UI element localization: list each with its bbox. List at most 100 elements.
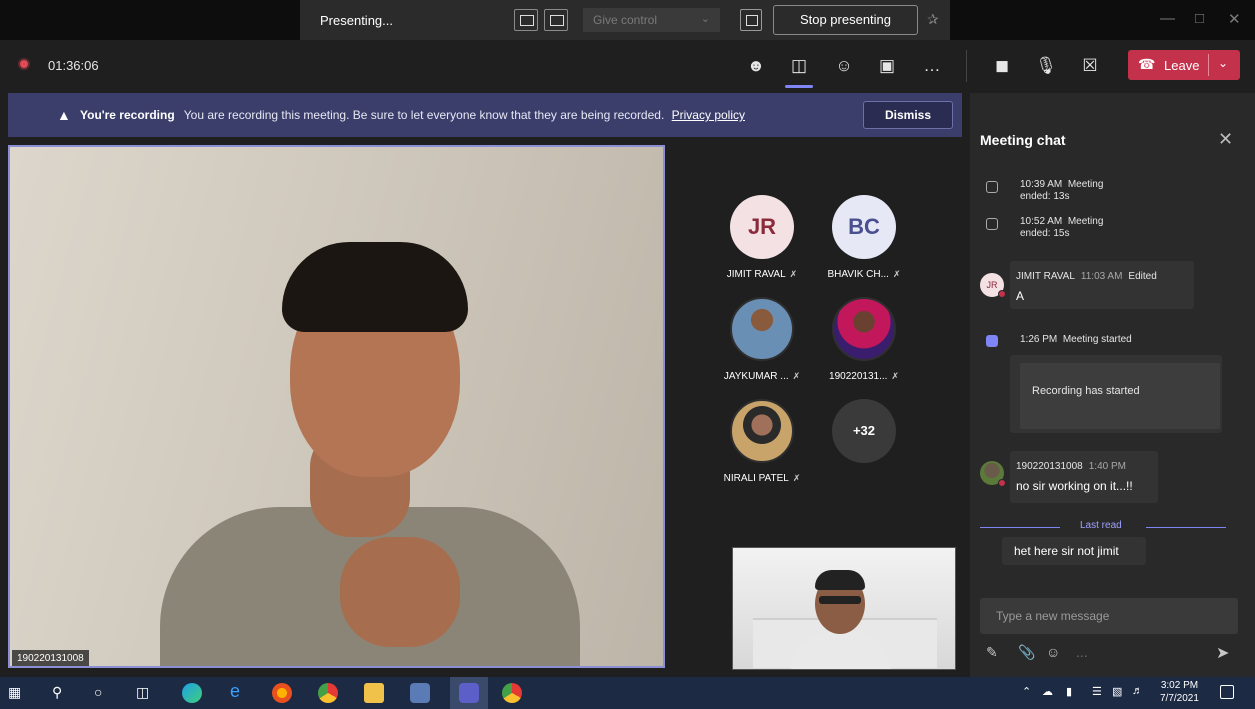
presence-busy-icon (998, 479, 1006, 487)
divider-line (1146, 527, 1226, 528)
taskbar-clock[interactable]: 3:02 PM 7/7/2021 (1160, 679, 1199, 705)
mic-off-icon: ✗ (891, 371, 899, 381)
toolbar-divider (966, 50, 967, 82)
self-view-video[interactable] (732, 547, 956, 670)
chevron-down-icon: ⌄ (700, 13, 710, 25)
screen-share-icon[interactable] (544, 9, 568, 31)
more-compose-options[interactable]: ... (1076, 644, 1088, 660)
last-read-label: Last read (1080, 520, 1122, 531)
format-icon[interactable]: ✎ (986, 644, 998, 661)
chat-title: Meeting chat (980, 132, 1066, 148)
chat-active-indicator (785, 85, 813, 88)
teams-icon[interactable] (459, 683, 479, 703)
reactions-icon[interactable]: ☺ (830, 52, 858, 80)
participant-tile[interactable]: NIRALI PATEL ✗ (712, 399, 812, 484)
mic-off-icon: ✗ (792, 473, 801, 483)
microphone-icon[interactable]: 🎙 (1032, 52, 1060, 80)
cortana-icon[interactable]: ○ (94, 684, 102, 700)
participant-tile[interactable]: BC BHAVIK CH... ✗ (814, 195, 914, 280)
meeting-icon (986, 218, 998, 230)
mic-off-icon: ✗ (792, 371, 801, 381)
meeting-started-text: 1:26 PM Meeting started (1020, 334, 1132, 345)
recording-indicator-icon (18, 58, 30, 70)
share-tray-icon[interactable]: ☒ (1076, 52, 1104, 80)
participant-name: JAYKUMAR ... ✗ (723, 371, 801, 382)
edge-icon[interactable] (182, 683, 202, 703)
notifications-icon[interactable] (1220, 685, 1234, 699)
people-icon[interactable]: ☻ (742, 52, 770, 80)
system-event-text: 10:39 AM Meeting ended: 13s (1020, 179, 1104, 202)
give-control-dropdown[interactable]: Give control ⌄ (583, 8, 720, 32)
maximize-icon[interactable]: □ (1195, 10, 1204, 27)
chat-icon[interactable]: ◫ (785, 52, 813, 80)
last-read-divider: Last read (980, 520, 1226, 534)
presenting-toolbar: Presenting... Give control ⌄ Stop presen… (0, 0, 1255, 40)
clock-date: 7/7/2021 (1160, 693, 1199, 704)
tray-app-icon[interactable]: ☁ (1042, 685, 1053, 698)
main-video-name-tag: 190220131008 (12, 650, 89, 666)
phone-hangup-icon: ☎ (1138, 56, 1156, 72)
stop-presenting-button[interactable]: Stop presenting (773, 5, 918, 35)
compose-box (980, 598, 1238, 634)
message-input[interactable] (980, 598, 1238, 634)
participant-tile[interactable]: 190220131... ✗ (814, 297, 914, 382)
recording-started-card-wrap: Recording has started (1010, 355, 1222, 433)
meeting-chat-panel: Meeting chat ✕ 10:39 AM Meeting ended: 13… (970, 93, 1255, 677)
self-view-person-glasses (819, 596, 861, 604)
overflow-participants-tile[interactable]: +32 (814, 399, 914, 463)
privacy-policy-link[interactable]: Privacy policy (672, 108, 745, 122)
chat-message[interactable]: JIMIT RAVAL 11:03 AM Edited A (1010, 261, 1194, 309)
breakout-rooms-icon[interactable]: ▣ (873, 52, 901, 80)
meeting-icon (986, 181, 998, 193)
meeting-timer: 01:36:06 (48, 58, 99, 73)
windows-start-icon[interactable]: ▦ (8, 684, 21, 701)
tray-usb-icon[interactable]: ▮ (1066, 685, 1072, 698)
leave-button[interactable]: ☎ Leave ⌄ (1128, 50, 1240, 80)
close-icon[interactable]: ✕ (1218, 129, 1233, 150)
participant-tile[interactable]: JR JIMIT RAVAL ✗ (712, 195, 812, 280)
chrome-canary-icon[interactable] (502, 683, 522, 703)
firefox-icon[interactable] (272, 683, 292, 703)
chat-message-self[interactable]: het here sir not jimit (1002, 537, 1146, 565)
divider-line (980, 527, 1060, 528)
internet-explorer-icon[interactable]: e (230, 681, 240, 702)
message-header: JIMIT RAVAL 11:03 AM Edited (1016, 271, 1157, 282)
main-video-tile[interactable]: 190220131008 (8, 145, 665, 668)
message-header: 190220131008 1:40 PM (1016, 461, 1126, 472)
tray-overflow-icon[interactable]: ⌃ (1022, 685, 1031, 698)
camera-icon[interactable]: ◼ (988, 52, 1016, 80)
chrome-icon[interactable] (318, 683, 338, 703)
attach-icon[interactable]: 📎 (1018, 644, 1035, 661)
emoji-icon[interactable]: ☺ (1046, 644, 1060, 660)
include-audio-icon[interactable] (740, 9, 762, 31)
close-window-icon[interactable]: ✕ (1228, 10, 1241, 28)
chat-message[interactable]: 190220131008 1:40 PM no sir working on it… (1010, 451, 1158, 503)
message-body: no sir working on it...!! (1016, 479, 1133, 493)
leave-options-chevron-icon[interactable]: ⌄ (1218, 56, 1228, 70)
window-share-icon[interactable] (514, 9, 538, 31)
wifi-icon[interactable]: ☰ (1092, 685, 1102, 698)
meeting-stage: 190220131008 JR JIMIT RAVAL ✗ BC BHAVIK C… (0, 137, 970, 677)
recording-banner-message: You are recording this meeting. Be sure … (183, 108, 665, 122)
task-view-icon[interactable]: ◫ (136, 684, 149, 701)
dismiss-button[interactable]: Dismiss (863, 101, 953, 129)
paint-icon[interactable] (410, 683, 430, 703)
file-explorer-icon[interactable] (364, 683, 384, 703)
recording-started-card[interactable]: Recording has started (1020, 363, 1220, 429)
self-view-person-hair (815, 570, 865, 590)
recording-started-text: Recording has started (1032, 385, 1140, 397)
volume-icon[interactable]: ♬ (1132, 685, 1143, 697)
send-icon[interactable]: ➤ (1216, 643, 1229, 663)
pin-icon[interactable]: ✰ (927, 11, 939, 28)
avatar-photo (832, 297, 896, 361)
search-icon[interactable]: ⚲ (52, 684, 62, 701)
recording-banner: ▲ You're recording You are recording thi… (8, 93, 962, 137)
battery-icon[interactable]: ▧ (1112, 685, 1122, 698)
minimize-icon[interactable]: — (1160, 10, 1175, 27)
presenting-controls: Presenting... Give control ⌄ Stop presen… (300, 0, 950, 40)
participant-tile[interactable]: JAYKUMAR ... ✗ (712, 297, 812, 382)
presence-busy-icon (998, 290, 1006, 298)
more-options-icon[interactable]: … (918, 52, 946, 80)
video-person-hand (340, 537, 460, 647)
participant-name: 190220131... ✗ (829, 371, 899, 382)
